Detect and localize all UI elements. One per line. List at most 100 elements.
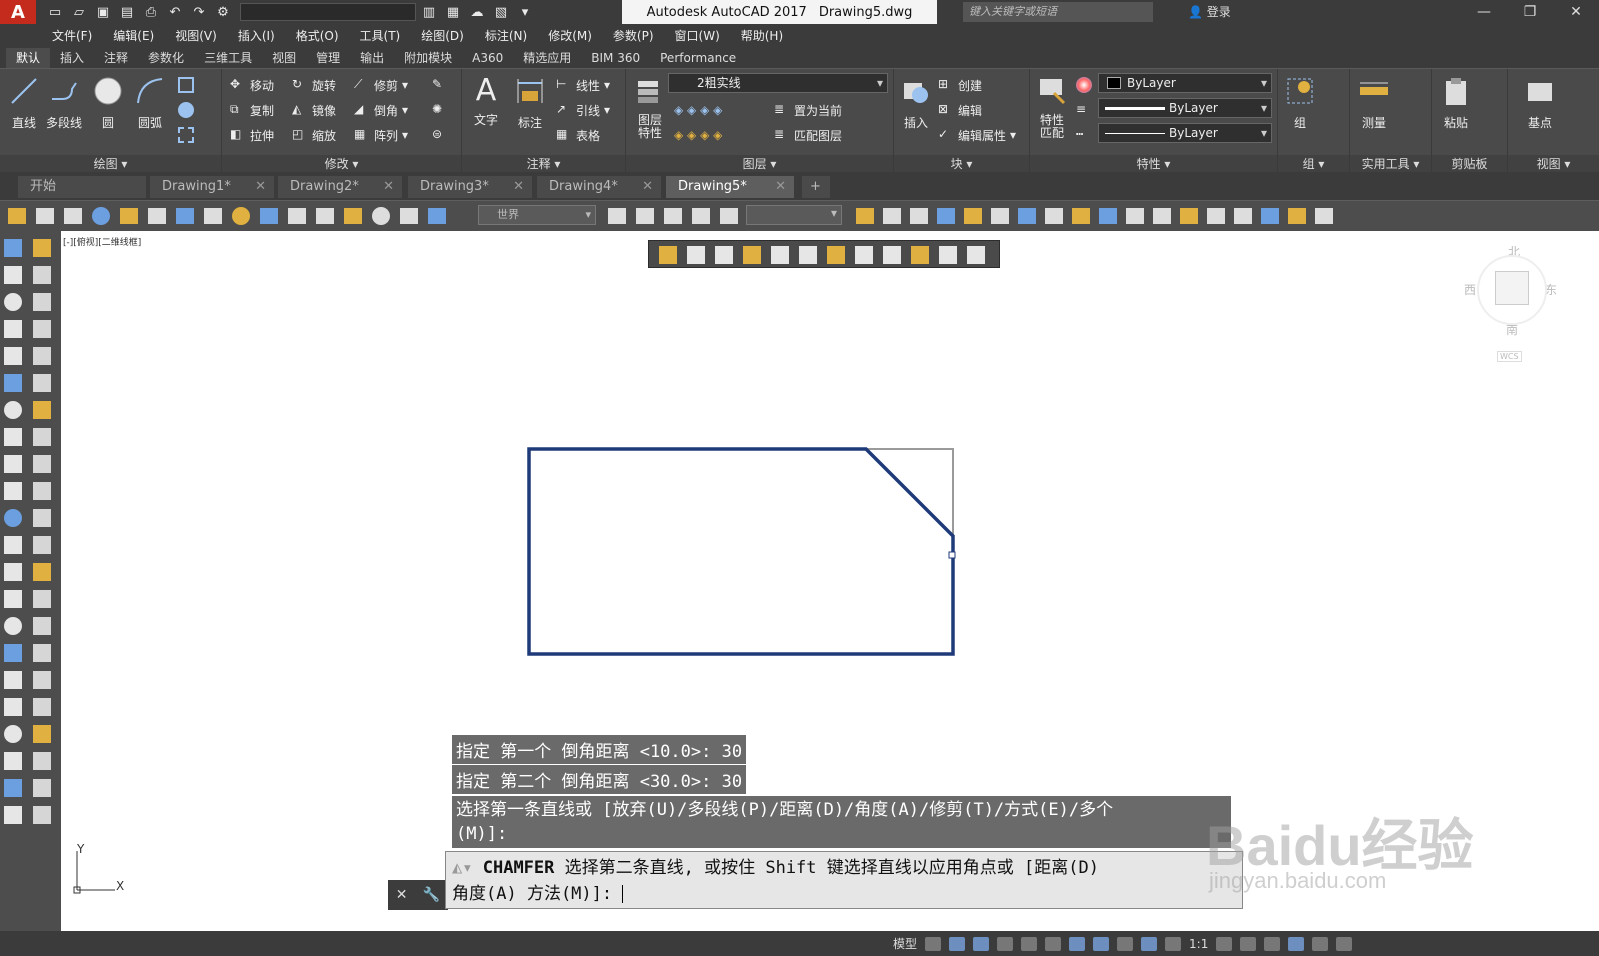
- ribbon-tab[interactable]: 管理: [306, 48, 350, 68]
- toolbar-button-icon[interactable]: [1180, 208, 1198, 224]
- toolbar-button-icon[interactable]: [33, 752, 51, 770]
- toolbar-button-icon[interactable]: [636, 208, 654, 224]
- mirror-tool[interactable]: ◭ 镜像: [292, 100, 336, 120]
- toolbar-button-icon[interactable]: [910, 208, 928, 224]
- tab-drawing4[interactable]: Drawing4* ✕: [537, 176, 661, 198]
- toolbar-button-icon[interactable]: [372, 207, 390, 225]
- ribbon-tab[interactable]: A360: [462, 48, 513, 68]
- tab-drawing5[interactable]: Drawing5* ✕: [666, 176, 794, 198]
- more-icon[interactable]: ▾: [514, 3, 536, 21]
- menu-item[interactable]: 格式(O): [296, 27, 339, 44]
- linetype-icon[interactable]: ┅: [1076, 125, 1092, 145]
- stretch-tool[interactable]: ◧ 拉伸: [230, 125, 274, 145]
- layer-tools-row[interactable]: ◈ ◈ ◈ ◈: [674, 125, 722, 145]
- close-tab-icon[interactable]: ✕: [383, 176, 394, 198]
- new-file-icon[interactable]: ▭: [44, 3, 66, 21]
- toolbar-button-icon[interactable]: [33, 698, 51, 716]
- layers-panel-title[interactable]: 图层 ▾: [626, 155, 893, 173]
- plot-icon[interactable]: ▦: [442, 3, 464, 21]
- table-tool[interactable]: ▦ 表格: [556, 125, 600, 145]
- toolbar-button-icon[interactable]: [991, 208, 1009, 224]
- draw-panel-title[interactable]: 绘图 ▾: [0, 155, 221, 173]
- toolbar-button-icon[interactable]: [33, 644, 51, 662]
- set-current-tool[interactable]: ≣ 置为当前: [774, 100, 842, 120]
- toolbar-button-icon[interactable]: [4, 455, 22, 473]
- rotate-tool[interactable]: ↻ 旋转: [292, 75, 336, 95]
- line-tool[interactable]: 直线: [4, 75, 44, 131]
- ribbon-tab[interactable]: 插入: [50, 48, 94, 68]
- toolbar-button-icon[interactable]: [1153, 208, 1171, 224]
- osnap-icon[interactable]: [1021, 936, 1038, 951]
- toolbar-button-icon[interactable]: [4, 563, 22, 581]
- toolbar-button-icon[interactable]: [36, 208, 54, 224]
- erase-tool[interactable]: ✎: [432, 75, 448, 95]
- toolbar-button-icon[interactable]: [1126, 208, 1144, 224]
- polar-icon[interactable]: [997, 936, 1014, 951]
- toolbar-button-icon[interactable]: [4, 536, 22, 554]
- share-icon[interactable]: ▧: [490, 3, 512, 21]
- menu-item[interactable]: 标注(N): [485, 27, 527, 44]
- toolbar-button-icon[interactable]: [33, 401, 51, 419]
- undo-icon[interactable]: ↶: [164, 3, 186, 21]
- toolbar-button-icon[interactable]: [4, 725, 22, 743]
- annotation-scale-value[interactable]: 1:1: [1189, 937, 1208, 951]
- toolbar-button-icon[interactable]: [4, 752, 22, 770]
- workspace-gear-icon[interactable]: ⚙: [212, 3, 234, 21]
- toolbar-button-icon[interactable]: [4, 671, 22, 689]
- properties-panel-title[interactable]: 特性 ▾: [1030, 155, 1277, 173]
- toolbar-button-icon[interactable]: [720, 208, 738, 224]
- toolbar-button-icon[interactable]: [4, 239, 22, 257]
- modify-panel-title[interactable]: 修改 ▾: [222, 155, 461, 173]
- open-file-icon[interactable]: ▱: [68, 3, 90, 21]
- toolbar-button-icon[interactable]: [92, 207, 110, 225]
- toolbar-button-icon[interactable]: [344, 208, 362, 224]
- close-tab-icon[interactable]: ✕: [775, 176, 786, 198]
- lineweight-icon[interactable]: ≡: [1076, 100, 1092, 120]
- scale-tool[interactable]: ◰ 缩放: [292, 125, 336, 145]
- toolbar-button-icon[interactable]: [4, 320, 22, 338]
- insert-block-tool[interactable]: 插入: [896, 75, 936, 131]
- toolbar-button-icon[interactable]: [120, 208, 138, 224]
- menu-item[interactable]: 视图(V): [175, 27, 217, 44]
- toolbar-button-icon[interactable]: [33, 482, 51, 500]
- explode-tool[interactable]: ✺: [432, 100, 448, 120]
- layer-combo[interactable]: 2粗实线: [668, 73, 888, 93]
- offset-tool[interactable]: ⊜: [432, 125, 448, 145]
- toolbar-button-icon[interactable]: [4, 347, 22, 365]
- ribbon-tab[interactable]: 默认: [6, 48, 51, 68]
- toolbar-button-icon[interactable]: [33, 725, 51, 743]
- ucs-combo[interactable]: 世界 ▾: [478, 205, 596, 225]
- redo-icon[interactable]: ↷: [188, 3, 210, 21]
- named-view-combo[interactable]: ▾: [746, 205, 842, 225]
- restore-icon[interactable]: ❐: [1507, 0, 1553, 24]
- save-icon[interactable]: ▣: [92, 3, 114, 21]
- transparency-icon[interactable]: [1117, 936, 1134, 951]
- toolbar-button-icon[interactable]: [260, 208, 278, 224]
- toolbar-button-icon[interactable]: [4, 617, 22, 635]
- toolbar-button-icon[interactable]: [148, 208, 166, 224]
- text-tool[interactable]: A 文字: [466, 75, 506, 128]
- leader-tool[interactable]: ↗ 引线 ▾: [556, 100, 610, 120]
- annotation-scale-icon[interactable]: [1165, 936, 1182, 951]
- menu-item[interactable]: 插入(I): [238, 27, 275, 44]
- save-as-icon[interactable]: ▤: [116, 3, 138, 21]
- ribbon-tab[interactable]: 注释: [94, 48, 138, 68]
- toolbar-button-icon[interactable]: [1315, 208, 1333, 224]
- close-tab-icon[interactable]: ✕: [255, 176, 266, 198]
- color-combo[interactable]: ByLayer: [1098, 73, 1272, 93]
- toolbar-button-icon[interactable]: [1261, 208, 1279, 224]
- layer-state-tools[interactable]: ◈ ◈ ◈ ◈: [674, 100, 722, 120]
- ribbon-tab[interactable]: 附加模块: [394, 48, 462, 68]
- basepoint-tool[interactable]: 基点: [1520, 75, 1560, 131]
- ortho-icon[interactable]: [973, 936, 990, 951]
- linear-dim-tool[interactable]: ⊢ 线性 ▾: [556, 75, 610, 95]
- arc-tool[interactable]: 圆弧: [130, 75, 170, 131]
- toolbar-button-icon[interactable]: [4, 428, 22, 446]
- toolbar-button-icon[interactable]: [33, 239, 51, 257]
- paste-tool[interactable]: 粘贴: [1436, 75, 1476, 131]
- rectangle-tool[interactable]: [178, 75, 194, 95]
- toolbar-button-icon[interactable]: [608, 208, 626, 224]
- toolbar-button-icon[interactable]: [4, 266, 22, 284]
- viewcube-west[interactable]: 西: [1464, 281, 1476, 298]
- ribbon-tab[interactable]: Performance: [650, 48, 746, 68]
